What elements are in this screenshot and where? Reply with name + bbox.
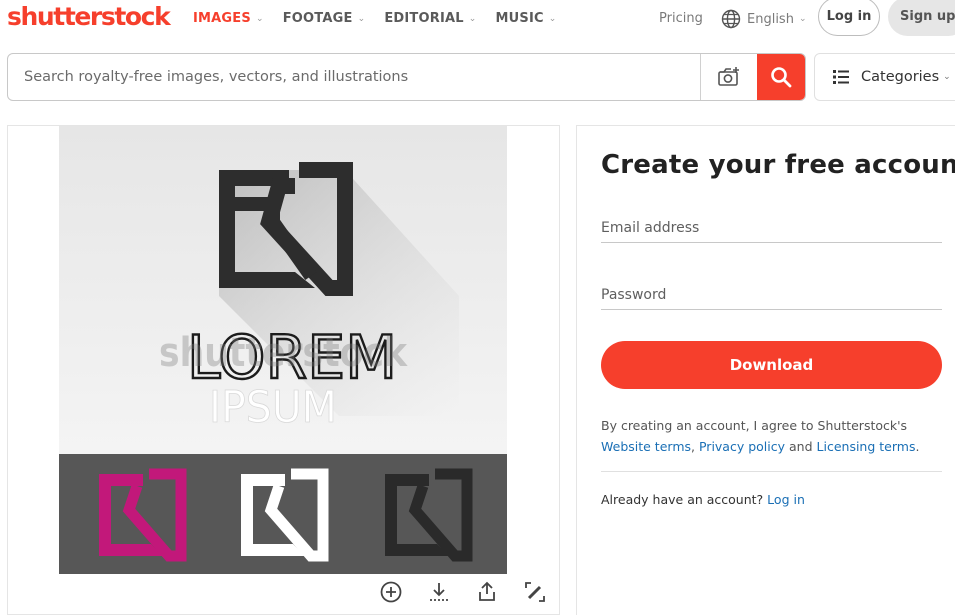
signup-button[interactable]: Sign up <box>888 0 955 36</box>
login-link[interactable]: Log in <box>767 492 805 507</box>
nav-footage[interactable]: FOOTAGE ⌄ <box>283 11 366 26</box>
terms-period: . <box>915 439 920 454</box>
main-nav: IMAGES ⌄ FOOTAGE ⌄ EDITORIAL ⌄ MUSIC ⌄ <box>193 11 575 26</box>
image-preview-panel: LOREM IPSUM shutterstock <box>7 125 560 615</box>
chevron-down-icon: ⌄ <box>548 13 557 24</box>
globe-icon <box>721 9 741 29</box>
download-icon[interactable] <box>427 580 451 604</box>
logo-text-ipsum: IPSUM <box>209 382 337 433</box>
nav-music[interactable]: MUSIC ⌄ <box>495 11 556 26</box>
search-icon <box>771 67 792 88</box>
watermark-text: shutterstock <box>159 330 408 376</box>
share-icon[interactable] <box>475 580 499 604</box>
nav-editorial-label: EDITORIAL <box>384 11 464 26</box>
categories-label: Categories <box>861 69 940 85</box>
search-bar <box>7 53 806 101</box>
already-have-account: Already have an account? Log in <box>601 492 805 507</box>
terms-comma: , <box>691 439 695 454</box>
chevron-down-icon: ⌄ <box>798 14 807 24</box>
terms-and: and <box>789 439 813 454</box>
nav-music-label: MUSIC <box>495 11 544 26</box>
language-selector[interactable]: English ⌄ <box>721 9 807 29</box>
terms-text: By creating an account, I agree to Shutt… <box>601 415 942 457</box>
terms-prefix: By creating an account, I agree to Shutt… <box>601 418 908 433</box>
add-to-collection-icon[interactable] <box>379 580 403 604</box>
stock-image-preview[interactable]: LOREM IPSUM shutterstock <box>59 126 507 574</box>
categories-button[interactable]: Categories ⌄ <box>814 53 955 101</box>
shutterstock-logo[interactable]: shutterstock <box>7 2 171 31</box>
nav-editorial[interactable]: EDITORIAL ⌄ <box>384 11 476 26</box>
chevron-down-icon: ⌄ <box>943 72 951 82</box>
camera-icon <box>718 67 739 86</box>
signup-panel: Create your free account Email address P… <box>576 125 955 615</box>
download-button[interactable]: Download <box>601 341 942 389</box>
edit-image-icon[interactable] <box>523 580 547 604</box>
search-button[interactable] <box>757 54 805 100</box>
image-search-button[interactable] <box>700 54 757 100</box>
password-field[interactable]: Password <box>601 287 942 310</box>
search-input[interactable] <box>8 54 700 100</box>
nav-images[interactable]: IMAGES ⌄ <box>193 11 264 26</box>
chevron-down-icon: ⌄ <box>255 13 264 24</box>
password-label: Password <box>601 287 667 303</box>
nav-footage-label: FOOTAGE <box>282 11 353 26</box>
licensing-terms-link[interactable]: Licensing terms <box>817 439 916 454</box>
pricing-link[interactable]: Pricing <box>659 11 703 26</box>
email-label: Email address <box>601 220 700 236</box>
chevron-down-icon: ⌄ <box>468 13 477 24</box>
website-terms-link[interactable]: Website terms <box>601 439 691 454</box>
list-icon <box>833 70 849 84</box>
image-toolbar <box>8 575 559 615</box>
signup-title: Create your free account <box>601 150 955 180</box>
login-button[interactable]: Log in <box>818 0 880 36</box>
divider <box>601 471 942 472</box>
top-bar: shutterstock IMAGES ⌄ FOOTAGE ⌄ EDITORIA… <box>0 0 955 40</box>
privacy-policy-link[interactable]: Privacy policy <box>699 439 785 454</box>
chevron-down-icon: ⌄ <box>357 13 366 24</box>
language-label: English <box>747 11 794 27</box>
nav-images-label: IMAGES <box>193 11 251 26</box>
already-text: Already have an account? <box>601 492 764 507</box>
email-field[interactable]: Email address <box>601 220 942 243</box>
